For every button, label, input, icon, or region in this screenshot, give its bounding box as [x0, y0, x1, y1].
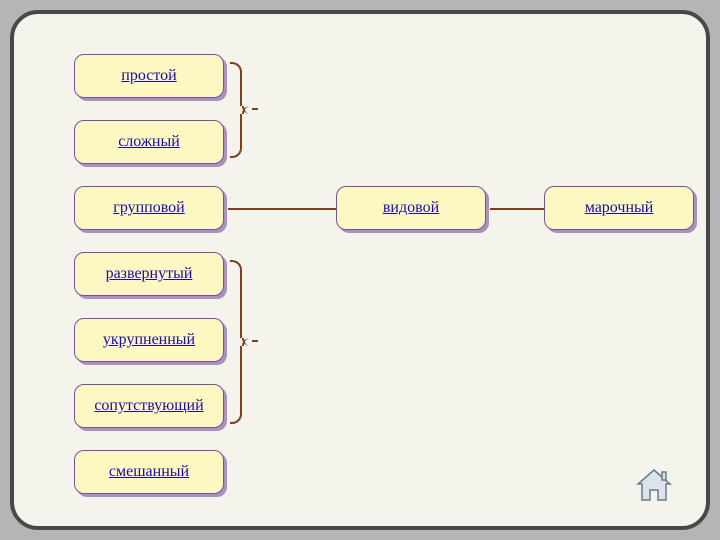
brace-bottom [230, 260, 260, 424]
box-group[interactable]: групповой [74, 186, 224, 230]
connector-species-to-brand [490, 208, 544, 210]
box-label: простой [121, 67, 176, 85]
diagram-frame: простой сложный групповой развернутый ук… [10, 10, 710, 530]
box-complex[interactable]: сложный [74, 120, 224, 164]
box-label: марочный [585, 199, 654, 217]
box-expanded[interactable]: развернутый [74, 252, 224, 296]
brace-top [230, 62, 260, 158]
box-simple[interactable]: простой [74, 54, 224, 98]
box-label: развернутый [106, 265, 193, 283]
box-label: групповой [113, 199, 184, 217]
box-label: сопутствующий [94, 397, 203, 415]
box-label: видовой [383, 199, 439, 217]
connector-group-to-species [228, 208, 336, 210]
box-label: смешанный [109, 463, 189, 481]
box-mixed[interactable]: смешанный [74, 450, 224, 494]
box-label: укрупненный [103, 331, 195, 349]
box-enlarged[interactable]: укрупненный [74, 318, 224, 362]
box-label: сложный [118, 133, 180, 151]
box-species[interactable]: видовой [336, 186, 486, 230]
box-brand[interactable]: марочный [544, 186, 694, 230]
home-icon[interactable] [634, 468, 674, 504]
box-accompanying[interactable]: сопутствующий [74, 384, 224, 428]
